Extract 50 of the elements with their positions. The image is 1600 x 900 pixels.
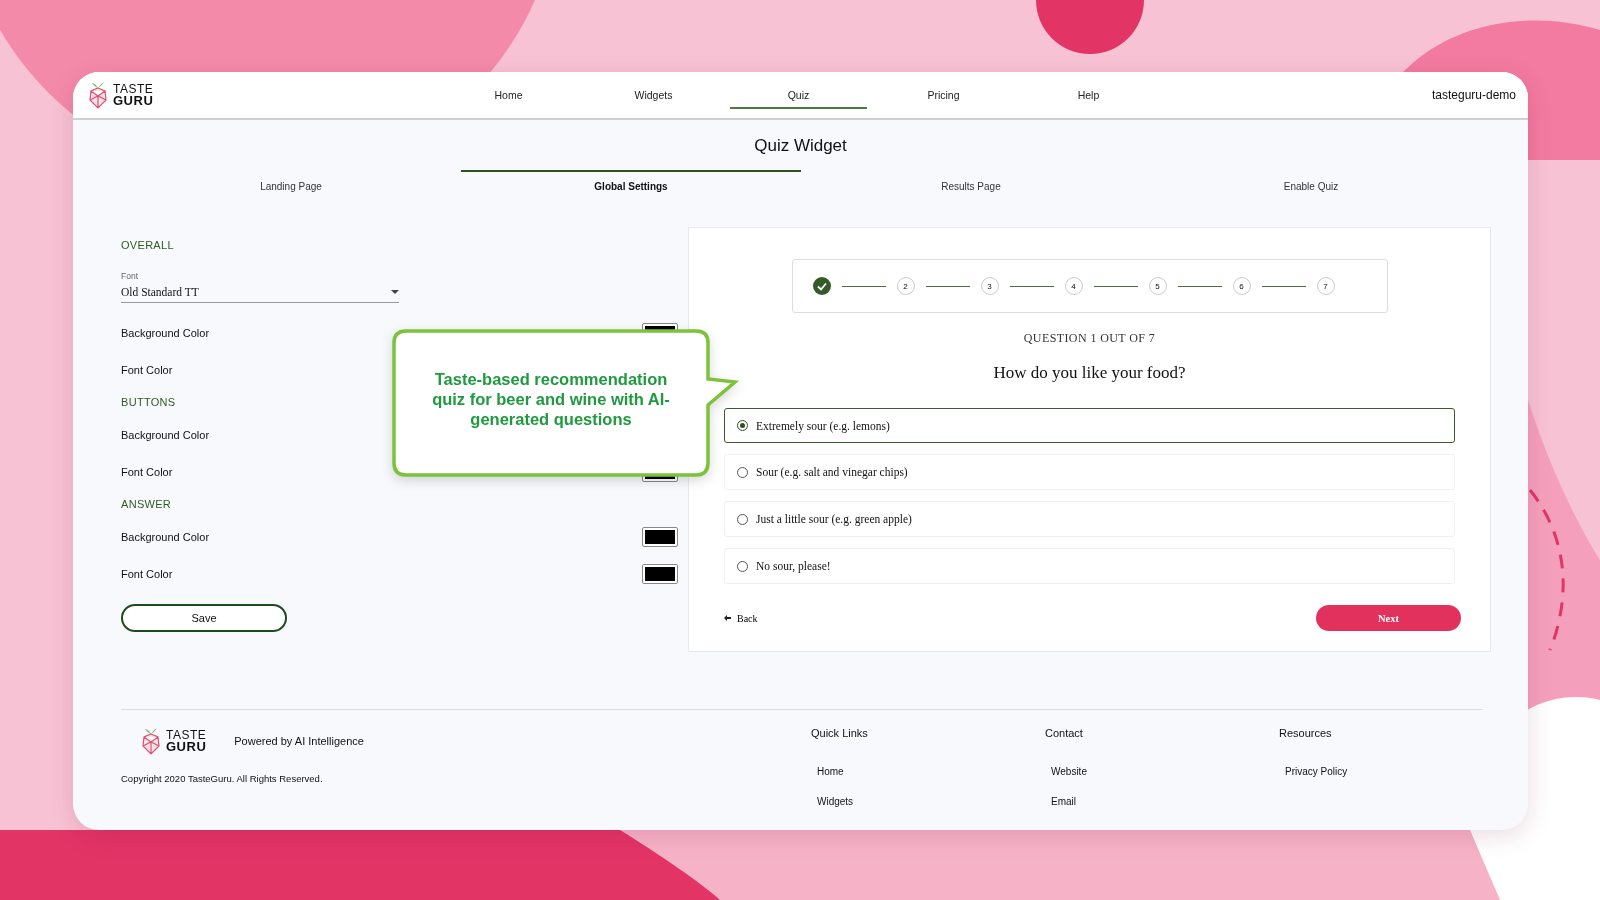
question-text: How do you like your food? [993,363,1186,383]
next-button[interactable]: Next [1316,605,1461,631]
tab[interactable]: Global Settings [461,170,801,198]
font-dropdown[interactable]: Old Standard TT [121,284,399,303]
tab[interactable]: Enable Quiz [1141,170,1481,198]
color-swatch[interactable] [643,564,677,583]
copyright-text: Copyright 2020 TasteGuru. All Rights Reserved. [121,773,324,784]
logo-icon [141,727,161,755]
account-name[interactable]: tasteguru-demo [1431,88,1516,102]
footer-link[interactable]: Website [1051,766,1279,777]
tagline: Powered by AI Intelligence [234,735,364,747]
footer-link[interactable]: Widgets [817,796,1045,807]
setting-label: Background Color [121,530,210,543]
footer-heading: Contact [1045,727,1084,739]
logo-text: TASTE GURU [166,729,207,753]
back-button[interactable]: Back [724,612,758,624]
save-button[interactable]: Save [121,604,287,632]
answer-option[interactable]: Just a little sour (e.g. green apple) [724,501,1455,537]
footer-heading: Quick Links [811,727,869,739]
color-swatch[interactable] [643,527,677,546]
callout-text: Taste-based recommendation quiz for beer and wine with AI-generated questions [431,369,671,429]
setting-label: Background Color [121,428,210,441]
footer-heading: Resources [1279,727,1333,739]
answer-option[interactable]: No sour, please! [724,548,1455,584]
section-heading: BUTTONS [121,395,176,410]
setting-label: Font Color [121,567,173,580]
page-title: Quiz Widget [753,136,848,156]
nav-link[interactable]: Pricing [875,81,1012,109]
nav-link[interactable]: Help [1020,81,1157,109]
footer-link[interactable]: Email [1051,796,1279,807]
setting-label: Font Color [121,465,173,478]
setting-label: Font Color [121,363,173,376]
footer-link[interactable]: Home [817,766,1045,777]
tab[interactable]: Landing Page [121,170,461,198]
field-label: Font [121,271,139,281]
caret-icon [391,290,399,294]
left-arrow-icon [724,615,731,621]
nav-link[interactable]: Quiz [730,81,867,109]
setting-label: Background Color [121,326,210,339]
question-counter: QUESTION 1 OUT OF 7 [1023,331,1156,346]
nav-link[interactable]: Widgets [585,81,722,109]
section-heading: ANSWER [121,497,172,512]
section-heading: OVERALL [121,238,174,253]
answer-option[interactable]: Extremely sour (e.g. lemons) [724,408,1455,443]
footer-link[interactable]: Privacy Policy [1285,766,1513,777]
tab[interactable]: Results Page [801,170,1141,198]
logo-text: TASTE GURU [113,83,154,107]
answer-option[interactable]: Sour (e.g. salt and vinegar chips) [724,454,1455,490]
nav-link[interactable]: Home [440,81,577,109]
logo-icon [88,81,108,109]
